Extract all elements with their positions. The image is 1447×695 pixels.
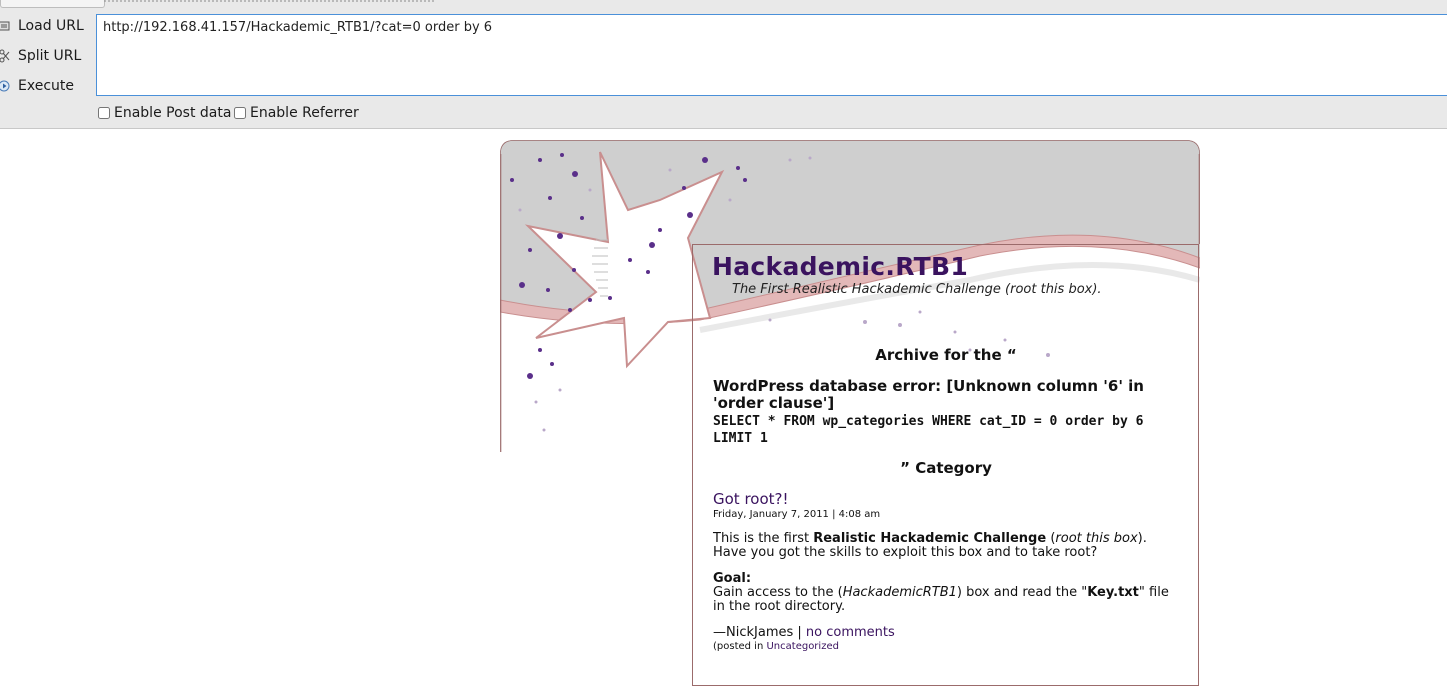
post-goal: Goal: Gain access to the (HackademicRTB1… <box>713 572 1183 614</box>
split-url-icon <box>0 49 10 63</box>
post-body: This is the first Realistic Hackademic C… <box>713 532 1183 626</box>
enable-post-data-checkbox[interactable] <box>98 107 110 119</box>
posted-in-label: (posted in <box>713 641 767 652</box>
intro-text: This is the first <box>713 531 814 546</box>
goal-label: Goal: <box>713 571 752 586</box>
post-date: Friday, January 7, 2011 | 4:08 am <box>713 509 881 520</box>
execute-button[interactable]: Execute <box>0 73 92 99</box>
intro-italic-text: root this box <box>1055 531 1138 546</box>
post-category-line: (posted in Uncategorized <box>713 641 839 652</box>
intro-text-end: ). <box>1137 531 1147 546</box>
archive-heading-start: Archive for the “ <box>875 346 1017 364</box>
enable-referrer-checkbox[interactable] <box>234 107 246 119</box>
hackbar-menu-tab[interactable] <box>0 0 105 8</box>
site-tagline: The First Realistic Hackademic Challenge… <box>732 282 1102 297</box>
goal-bold-text: Key.txt <box>1087 585 1139 600</box>
url-input[interactable]: http://192.168.41.157/Hackademic_RTB1/?c… <box>96 14 1447 96</box>
site-title[interactable]: Hackademic.RTB1 <box>712 252 968 281</box>
execute-icon <box>0 79 10 93</box>
split-url-button[interactable]: Split URL <box>0 43 92 69</box>
category-link[interactable]: Uncategorized <box>766 641 838 652</box>
intro-second-line: Have you got the skills to exploit this … <box>713 545 1098 560</box>
load-url-label: Load URL <box>18 18 84 34</box>
intro-bold-text: Realistic Hackademic Challenge <box>813 531 1047 546</box>
enable-referrer-label: Enable Referrer <box>250 105 359 121</box>
goal-text-mid: ) box and read the " <box>956 585 1088 600</box>
archive-heading-end: ” Category <box>900 459 992 477</box>
load-url-icon <box>0 19 10 33</box>
enable-post-data-option[interactable]: Enable Post data <box>98 105 231 121</box>
database-error-query: SELECT * FROM wp_categories WHERE cat_ID… <box>713 414 1144 446</box>
split-url-label: Split URL <box>18 48 82 64</box>
hackbar-toolbar: Load URL Split URL Execute http://192.16… <box>0 0 1447 129</box>
enable-referrer-option[interactable]: Enable Referrer <box>234 105 359 121</box>
enable-post-data-label: Enable Post data <box>114 105 232 121</box>
database-error-message: WordPress database error: [Unknown colum… <box>713 377 1144 412</box>
post-author: —NickJames | <box>713 625 806 640</box>
post-intro: This is the first Realistic Hackademic C… <box>713 532 1183 560</box>
post-meta: —NickJames | no comments <box>713 625 895 640</box>
execute-label: Execute <box>18 78 74 94</box>
comments-link[interactable]: no comments <box>806 625 895 640</box>
hackbar-menu-strip <box>104 0 434 6</box>
goal-italic-text: HackademicRTB1 <box>842 585 957 600</box>
load-url-button[interactable]: Load URL <box>0 13 92 39</box>
post-title-link[interactable]: Got root?! <box>713 490 789 508</box>
goal-text: Gain access to the ( <box>713 585 843 600</box>
